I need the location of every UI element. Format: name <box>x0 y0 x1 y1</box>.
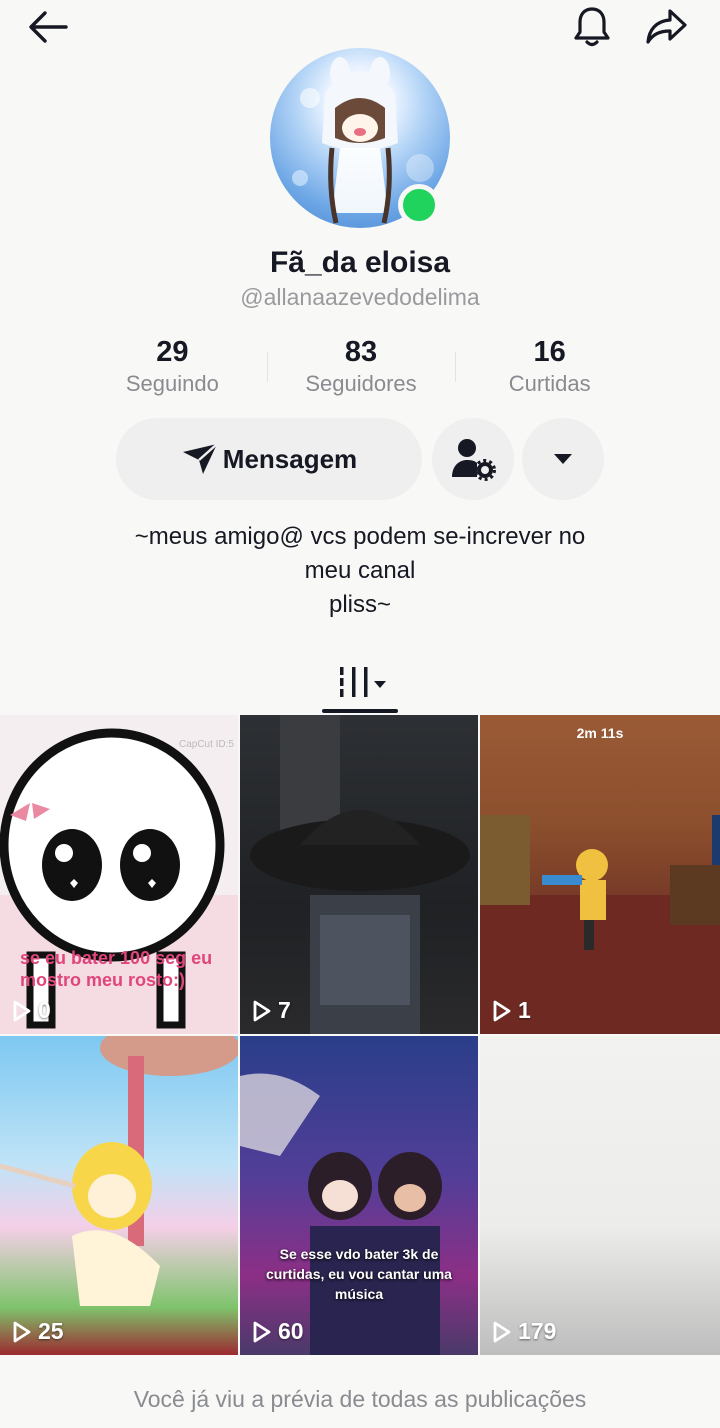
view-count: 0 <box>12 997 51 1024</box>
arrow-left-icon <box>29 11 68 43</box>
tab-videos-grid[interactable] <box>322 652 398 714</box>
thumbnail-blonde-character <box>0 1036 238 1306</box>
video-timer: 2m 11s <box>576 725 624 741</box>
view-count-value: 60 <box>278 1318 304 1344</box>
view-count-value: 7 <box>278 997 291 1023</box>
active-tab-indicator <box>322 709 398 713</box>
more-options-button[interactable] <box>522 418 604 500</box>
profile-bio: ~meus amigo@ vcs podem se-increver no me… <box>60 520 660 622</box>
profile-avatar[interactable] <box>270 48 450 228</box>
bio-line: pliss~ <box>328 591 392 618</box>
grid-bars-icon <box>340 667 386 697</box>
bio-line: ~meus amigo@ vcs podem se-increver no <box>134 523 586 550</box>
view-count: 179 <box>492 1318 556 1345</box>
user-settings-icon <box>452 439 496 481</box>
view-count: 1 <box>492 997 531 1024</box>
stat-followers-count: 83 <box>344 336 378 368</box>
content-tabs <box>0 652 720 714</box>
stat-likes-count: 16 <box>533 336 566 368</box>
video-thumbnail[interactable]: 25 <box>0 1036 238 1355</box>
display-name: Fã_da eloisa <box>269 246 451 279</box>
video-thumbnail[interactable]: se eu bater 100 seg eu mostro meu rosto:… <box>0 715 238 1034</box>
play-outline-icon <box>493 1321 511 1342</box>
bell-icon <box>574 7 610 47</box>
view-count: 25 <box>12 1318 64 1345</box>
view-count-value: 0 <box>38 997 51 1023</box>
end-of-feed-message: Você já viu a prévia de todas as publica… <box>133 1386 587 1412</box>
thumbnail-hat-figure <box>250 715 470 1034</box>
play-outline-icon <box>13 1000 31 1021</box>
play-outline-icon <box>253 1321 271 1342</box>
video-watermark: CapCut ID:5 <box>178 739 234 750</box>
back-button[interactable] <box>22 1 74 53</box>
view-count: 60 <box>252 1318 304 1345</box>
thumbnail-two-characters <box>240 1073 442 1355</box>
bio-line: meu canal <box>304 557 416 584</box>
stat-following-count: 29 <box>156 336 189 368</box>
play-outline-icon <box>13 1321 31 1342</box>
video-thumbnail[interactable]: 179 <box>480 1036 720 1355</box>
caret-down-icon <box>554 454 572 464</box>
notifications-button[interactable] <box>566 1 618 53</box>
add-friend-button[interactable] <box>432 418 514 500</box>
play-outline-icon <box>493 1000 511 1021</box>
stat-likes-label: Curtidas <box>508 371 591 396</box>
message-button[interactable]: Mensagem <box>116 418 422 500</box>
share-button[interactable] <box>640 1 692 53</box>
play-outline-icon <box>253 1000 271 1021</box>
message-button-label: Mensagem <box>222 443 358 474</box>
stat-likes[interactable]: 16 Curtidas <box>455 334 644 404</box>
share-arrow-icon <box>646 9 687 44</box>
video-thumbnail[interactable]: Se esse vdo bater 3k de curtidas, eu vou… <box>240 1036 478 1355</box>
paper-plane-icon <box>182 443 218 474</box>
view-count: 7 <box>252 997 291 1024</box>
stat-following-label: Seguindo <box>125 371 219 396</box>
video-thumbnail[interactable]: 2m 11s 1 <box>480 715 720 1034</box>
video-thumbnail[interactable]: 7 <box>240 715 478 1034</box>
video-grid: se eu bater 100 seg eu mostro meu rosto:… <box>0 715 720 1355</box>
stat-followers-label: Seguidores <box>305 371 417 396</box>
stat-followers[interactable]: 83 Seguidores <box>266 334 456 404</box>
view-count-value: 179 <box>518 1318 557 1344</box>
view-count-value: 1 <box>518 997 531 1023</box>
online-status-dot <box>398 184 440 226</box>
video-caption-overlay: se eu bater 100 seg eu mostro meu rosto:… <box>20 948 213 990</box>
view-count-value: 25 <box>38 1318 64 1344</box>
username-handle: @allanaazevedodelima <box>240 284 480 310</box>
stat-following[interactable]: 29 Seguindo <box>78 334 267 404</box>
profile-stats: 29 Seguindo 83 Seguidores 16 Curtidas <box>78 334 644 404</box>
video-caption-overlay: Se esse vdo bater 3k de curtidas, eu vou… <box>266 1246 452 1302</box>
thumbnail-game-room <box>480 815 720 1034</box>
